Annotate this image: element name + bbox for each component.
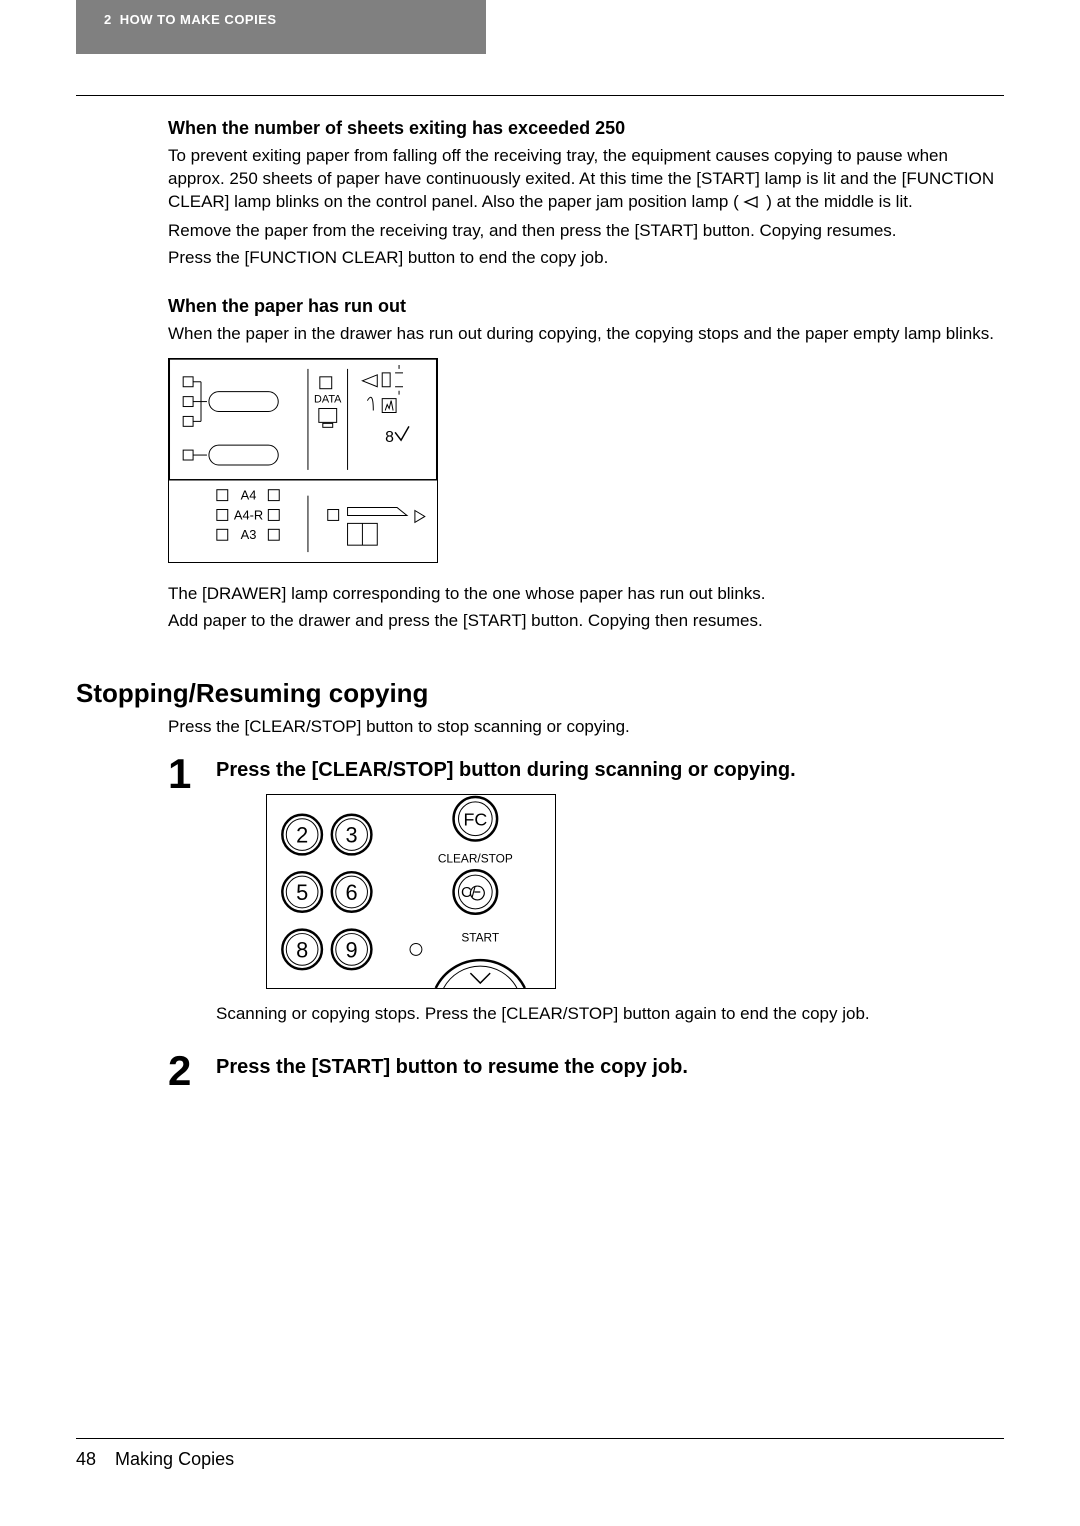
- footer-title: Making Copies: [115, 1449, 234, 1469]
- step-1: 1 Press the [CLEAR/STOP] button during s…: [168, 753, 1004, 1030]
- svg-text:9: 9: [346, 937, 358, 962]
- size-a3: A3: [241, 527, 257, 542]
- step-number: 2: [168, 1050, 198, 1092]
- body-paragraph: The [DRAWER] lamp corresponding to the o…: [168, 583, 1004, 606]
- section-heading-stop-resume: Stopping/Resuming copying: [76, 678, 428, 709]
- svg-text:START: START: [461, 930, 499, 944]
- subheading-paper-runout: When the paper has run out: [168, 296, 1004, 317]
- subheading-sheets-exceeded: When the number of sheets exiting has ex…: [168, 118, 1004, 139]
- data-label: DATA: [314, 393, 342, 405]
- header-rule: [76, 95, 1004, 96]
- body-paragraph: Add paper to the drawer and press the [S…: [168, 610, 1004, 633]
- step-title: Press the [START] button to resume the c…: [216, 1050, 1004, 1079]
- body-paragraph: Remove the paper from the receiving tray…: [168, 220, 1004, 243]
- svg-text:6: 6: [346, 880, 358, 905]
- step-2: 2 Press the [START] button to resume the…: [168, 1050, 1004, 1092]
- step-title: Press the [CLEAR/STOP] button during sca…: [216, 753, 1004, 782]
- paper-jam-position-icon: [743, 193, 761, 216]
- svg-text:8: 8: [296, 937, 308, 962]
- body-paragraph: Press the [FUNCTION CLEAR] button to end…: [168, 247, 1004, 270]
- page-content: When the number of sheets exiting has ex…: [168, 118, 1004, 637]
- size-a4r: A4-R: [234, 507, 263, 522]
- section3-body: Press the [CLEAR/STOP] button to stop sc…: [168, 716, 1004, 1092]
- svg-text:FC: FC: [463, 810, 487, 830]
- control-panel-diagram: 2 3 5 6 8 9: [266, 794, 556, 989]
- body-paragraph: Press the [CLEAR/STOP] button to stop sc…: [168, 716, 1004, 739]
- indicator-panel-diagram: DATA 8 A4 A4-R A3: [168, 358, 438, 563]
- svg-text:8: 8: [385, 429, 394, 446]
- body-paragraph: When the paper in the drawer has run out…: [168, 323, 1004, 346]
- body-paragraph: Scanning or copying stops. Press the [CL…: [216, 1003, 1004, 1026]
- svg-text:CLEAR/STOP: CLEAR/STOP: [438, 851, 513, 865]
- body-text-span: ) at the middle is lit.: [766, 192, 912, 211]
- chapter-title: HOW TO MAKE COPIES: [120, 12, 277, 27]
- svg-text:2: 2: [296, 822, 308, 847]
- svg-text:3: 3: [346, 822, 358, 847]
- step-number: 1: [168, 753, 198, 795]
- page-footer: 48 Making Copies: [76, 1438, 1004, 1470]
- chapter-number: 2: [104, 12, 112, 27]
- chapter-tab: 2 HOW TO MAKE COPIES: [76, 0, 486, 54]
- svg-text:5: 5: [296, 880, 308, 905]
- size-a4: A4: [241, 487, 257, 502]
- body-paragraph: To prevent exiting paper from falling of…: [168, 145, 1004, 216]
- page-number: 48: [76, 1449, 96, 1470]
